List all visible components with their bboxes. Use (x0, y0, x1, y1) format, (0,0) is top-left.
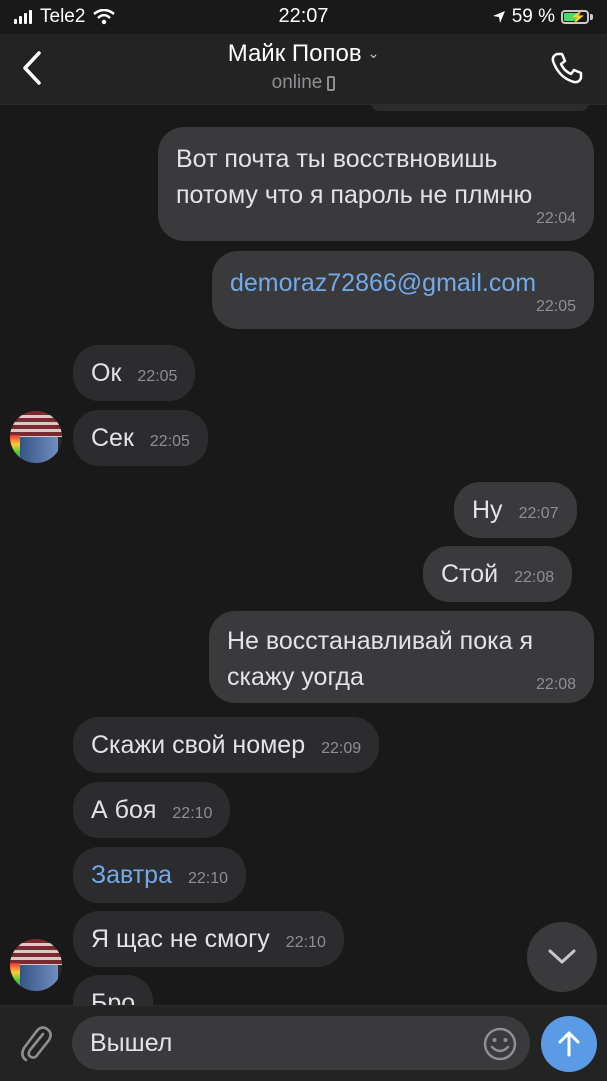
message-composer (0, 1005, 607, 1081)
message-bubble-out[interactable]: demoraz72866@gmail.com 22:05 (212, 251, 594, 329)
avatar[interactable] (10, 411, 62, 463)
send-arrow-icon (558, 1031, 580, 1057)
contact-name: Майк Попов (227, 40, 362, 67)
message-time: 22:10 (188, 870, 229, 887)
emoji-button[interactable] (480, 1024, 520, 1064)
message-text: Бро (91, 989, 136, 1005)
call-button[interactable] (543, 44, 591, 92)
message-text: Скажи свой номер (91, 731, 306, 759)
message-bubble-in[interactable]: Сек 22:05 (73, 410, 208, 466)
message-bubble-in[interactable]: Завтра 22:10 (73, 847, 247, 903)
message-bubble-in[interactable]: Скажи свой номер 22:09 (73, 717, 380, 773)
message-text: Ок (91, 359, 122, 387)
contact-name-row: Майк Попов ⌄ (0, 40, 607, 68)
message-time: 22:08 (514, 569, 555, 586)
message-time: 22:05 (149, 433, 190, 450)
status-right: 59 % ⚡ (492, 6, 593, 28)
message-text: Вот почта ты восствновишь потому что я п… (176, 145, 533, 209)
message-bubble-out[interactable]: Ну 22:07 (454, 482, 577, 538)
email-link[interactable]: demoraz72866@gmail.com (230, 269, 536, 297)
message-time: 22:10 (285, 934, 326, 951)
message-list[interactable]: Вот почта ты восствновишь потому что я п… (0, 105, 607, 1005)
previous-message-edge (370, 105, 590, 111)
message-time: 22:05 (535, 298, 576, 315)
message-text: Я щас не смогу (91, 925, 270, 953)
status-bar: Tele2 22:07 59 % ⚡ (0, 0, 607, 34)
message-bubble-in[interactable]: Я щас не смогу 22:10 (73, 911, 344, 967)
phone-icon (551, 52, 583, 84)
battery-icon: ⚡ (561, 9, 589, 24)
attach-icon (21, 1026, 52, 1062)
chat-title-area[interactable]: Майк Попов ⌄ online (0, 40, 607, 94)
scroll-to-bottom-button[interactable] (527, 922, 597, 992)
message-time: 22:05 (137, 368, 178, 385)
message-text: Ну (472, 496, 503, 524)
mobile-device-icon (327, 76, 336, 91)
message-time: 22:04 (535, 210, 576, 227)
message-input[interactable] (72, 1016, 530, 1070)
message-bubble-in[interactable]: Бро (73, 975, 154, 1005)
battery-cap (590, 14, 593, 20)
message-text: Сек (91, 424, 134, 452)
message-time: 22:10 (172, 805, 213, 822)
chevron-down-icon: ⌄ (367, 45, 380, 61)
message-bubble-out[interactable]: Стой 22:08 (423, 546, 573, 602)
message-bubble-out[interactable]: Не восстанавливай пока я скажу уогда 22:… (209, 611, 594, 703)
message-text: Стой (441, 560, 499, 588)
message-bubble-in[interactable]: Ок 22:05 (73, 345, 196, 401)
message-bubble-out[interactable]: Вот почта ты восствновишь потому что я п… (158, 127, 594, 241)
location-arrow-icon (492, 11, 505, 23)
contact-status: online (271, 72, 323, 93)
battery-percent: 59 % (511, 6, 555, 27)
emoji-icon (483, 1027, 517, 1061)
attach-button[interactable] (14, 1020, 58, 1068)
send-button[interactable] (541, 1016, 597, 1072)
message-time: 22:07 (518, 505, 559, 522)
scroll-down-icon (548, 949, 576, 964)
message-link-text[interactable]: Завтра (91, 861, 172, 889)
message-text: А боя (91, 796, 157, 824)
avatar[interactable] (10, 939, 62, 991)
chat-header: Майк Попов ⌄ online (0, 34, 607, 105)
message-time: 22:09 (321, 740, 362, 757)
message-bubble-in[interactable]: А боя 22:10 (73, 782, 231, 838)
contact-status-row: online (0, 72, 607, 94)
